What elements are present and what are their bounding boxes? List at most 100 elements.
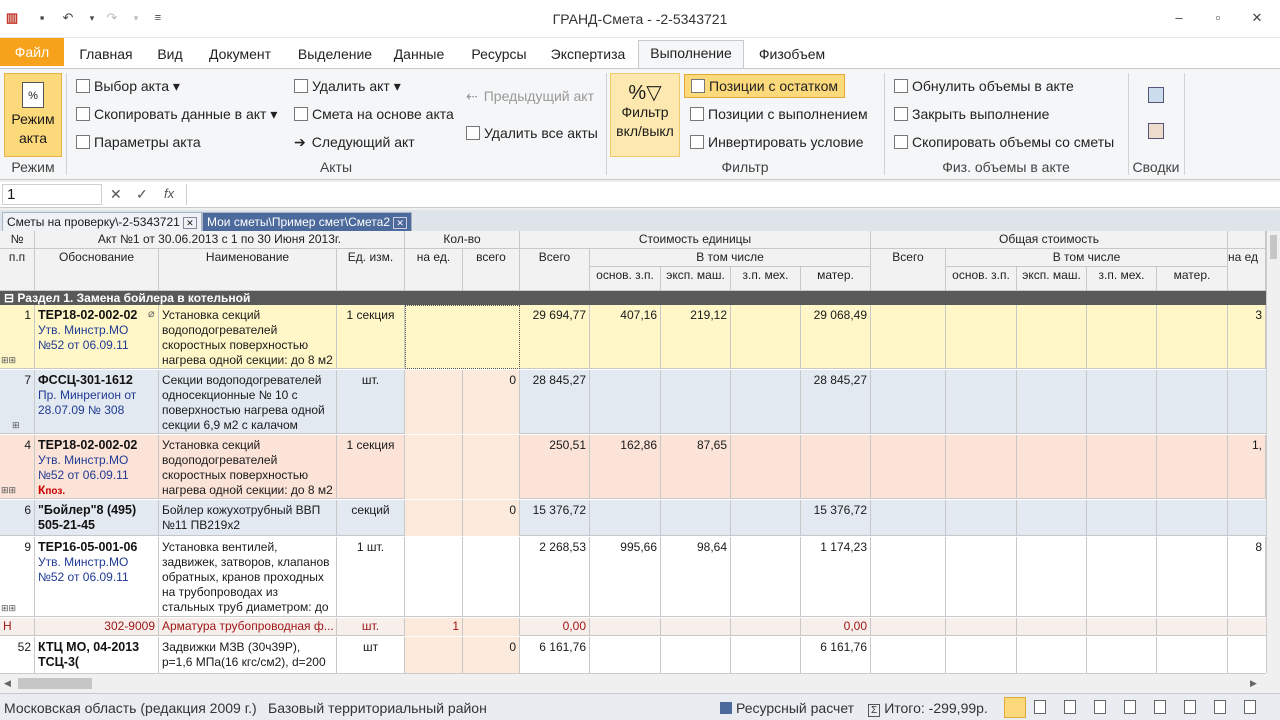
vertical-scroll-thumb[interactable] — [1270, 235, 1277, 259]
confirm-icon[interactable]: ✓ — [136, 186, 148, 203]
filter-toggle-button[interactable]: %▽ Фильтр вкл/выкл — [610, 73, 680, 157]
summary-icon-1[interactable] — [1148, 87, 1164, 103]
per-unit-cell[interactable] — [405, 435, 463, 499]
summary-icon-2[interactable] — [1148, 123, 1164, 139]
tab-selection[interactable]: Выделение — [290, 44, 380, 68]
per-unit-cell[interactable]: 1 — [405, 618, 463, 636]
view-mode-icon-6[interactable] — [1154, 700, 1166, 714]
tab-data[interactable]: Данные — [386, 44, 452, 68]
tab-resources[interactable]: Ресурсы — [462, 44, 536, 68]
act-mode-button[interactable]: % Режим акта — [4, 73, 62, 157]
unit-cell: шт. — [337, 618, 405, 636]
total-cost-header: Общая стоимость — [871, 231, 1228, 249]
eksp-cell: 98,64 — [661, 537, 731, 617]
formula-input[interactable] — [186, 184, 1276, 205]
select-act-button[interactable]: Выбор акта ▾ — [76, 75, 180, 97]
doc-tab-1[interactable]: Сметы на проверку\-2-5343721 ✕ — [2, 212, 202, 232]
row-number: Н — [0, 618, 35, 636]
section-toggle-icon[interactable]: ⊟ — [4, 291, 14, 305]
per-unit-cell[interactable] — [405, 500, 463, 536]
view-mode-icon-7[interactable] — [1184, 700, 1196, 714]
maximize-icon[interactable]: ▫ — [1207, 10, 1229, 26]
scroll-left-icon[interactable]: ◀ — [4, 678, 11, 689]
cancel-icon[interactable]: ✕ — [110, 186, 122, 203]
invert-filter-button[interactable]: Инвертировать условие — [690, 131, 864, 153]
resource-calc-status[interactable]: Ресурсный расчет — [720, 700, 854, 716]
basis-cell: КТЦ МО, 04-2013 ТСЦ-3( — [35, 637, 159, 673]
tab-document[interactable]: Документ — [200, 44, 280, 68]
tab-execution[interactable]: Выполнение — [638, 40, 744, 68]
view-mode-icon-3[interactable] — [1064, 700, 1076, 714]
close-icon[interactable]: ✕ — [1246, 10, 1268, 26]
tab-expertise[interactable]: Экспертиза — [544, 44, 632, 68]
tab-file[interactable]: Файл — [0, 38, 64, 66]
copy-to-act-button[interactable]: Скопировать данные в акт ▾ — [76, 103, 277, 125]
section-row[interactable]: ⊟ Раздел 1. Замена бойлера в котельной — [0, 291, 1266, 305]
delete-all-acts-button[interactable]: Удалить все акты — [466, 122, 598, 144]
total-qty-cell[interactable] — [463, 435, 520, 499]
close-tab-icon[interactable]: ✕ — [393, 217, 407, 229]
expand-icon[interactable]: ⊞⊞ — [1, 485, 16, 496]
table-row[interactable]: 9 ⊞⊞ ТЕР16-05-001-06 Утв. Минстр.МО №52 о… — [0, 537, 1266, 617]
table-row[interactable]: 7 ⊞ ФССЦ-301-1612 Пр. Минрегион от 28.07.… — [0, 370, 1266, 434]
eksp-header: эксп. маш. — [661, 267, 731, 291]
view-mode-icon-5[interactable] — [1124, 700, 1136, 714]
eksp-cell: 219,12 — [661, 305, 731, 369]
view-mode-icon-9[interactable] — [1244, 700, 1256, 714]
resource-row[interactable]: Н 302-9009 Арматура трубопроводная ф... … — [0, 618, 1266, 636]
total-qty-cell[interactable]: 0 — [463, 370, 520, 434]
tab-physvolume[interactable]: Физобъем — [752, 44, 832, 68]
total-qty-cell[interactable] — [463, 618, 520, 636]
view-mode-icon-1[interactable] — [1004, 697, 1026, 718]
filter-completed-label: Позиции с выполнением — [708, 106, 868, 122]
view-mode-icon-2[interactable] — [1034, 700, 1046, 714]
total-qty-cell[interactable]: 0 — [463, 637, 520, 673]
prev-act-button[interactable]: ⇠ Предыдущий акт — [466, 85, 594, 107]
next-act-button[interactable]: ➔ Следующий акт — [294, 131, 415, 153]
table-row[interactable]: 1 ⊞⊞ ТЕР18-02-002-02 Утв. Минстр.МО №52 о… — [0, 305, 1266, 369]
delete-act-label: Удалить акт — [312, 78, 390, 94]
expand-icon[interactable]: ⊞⊞ — [1, 355, 16, 366]
cell-reference[interactable]: 1 — [2, 184, 102, 205]
total-qty-cell[interactable]: 0 — [463, 500, 520, 536]
tab-home[interactable]: Главная — [72, 44, 140, 68]
expand-icon[interactable]: ⊞⊞ — [1, 603, 16, 614]
vertical-scrollbar[interactable] — [1266, 231, 1280, 673]
zp2-header: з.п. мех. — [1087, 267, 1157, 291]
table-row[interactable]: 52 КТЦ МО, 04-2013 ТСЦ-3( Задвижки МЗВ (… — [0, 637, 1266, 673]
zp-cell — [731, 537, 801, 617]
estimate-from-act-button[interactable]: Смета на основе акта — [294, 103, 454, 125]
act-params-button[interactable]: Параметры акта — [76, 131, 201, 153]
expand-icon[interactable]: ⊞ — [12, 420, 20, 431]
naed-cell: 8 — [1228, 537, 1266, 617]
per-unit-cell[interactable] — [405, 537, 463, 617]
per-unit-cell[interactable] — [405, 637, 463, 673]
close-execution-button[interactable]: Закрыть выполнение — [894, 103, 1049, 125]
minimize-icon[interactable]: – — [1168, 10, 1190, 26]
close-tab-icon[interactable]: ✕ — [183, 217, 197, 229]
reset-volumes-button[interactable]: Обнулить объемы в акте — [894, 75, 1074, 97]
filter-remaining-button[interactable]: Позиции с остатком — [684, 74, 845, 98]
doc-tab-2[interactable]: Мои сметы\Пример смет\Смета2 ✕ — [202, 212, 412, 232]
delete-all-icon — [466, 126, 480, 140]
table-row[interactable]: 6 "Бойлер"8 (495) 505-21-45 Бойлер кожух… — [0, 500, 1266, 536]
total-cell: 28 845,27 — [520, 370, 590, 434]
per-unit-cell[interactable] — [405, 370, 463, 434]
qty-cell-selected[interactable] — [405, 305, 520, 369]
horizontal-scrollbar[interactable]: ◀ ▶ — [0, 673, 1266, 693]
total-qty-cell[interactable] — [463, 537, 520, 617]
view-mode-icon-8[interactable] — [1214, 700, 1226, 714]
copy-volumes-button[interactable]: Скопировать объемы со сметы — [894, 131, 1114, 153]
view-mode-icon-4[interactable] — [1094, 700, 1106, 714]
horizontal-scroll-thumb[interactable] — [18, 678, 92, 689]
delete-act-button[interactable]: Удалить акт ▾ — [294, 75, 401, 97]
invert-filter-label: Инвертировать условие — [708, 134, 864, 150]
total-cell: 2 268,53 — [520, 537, 590, 617]
filter-completed-button[interactable]: Позиции с выполнением — [690, 103, 868, 125]
table-row[interactable]: 4 ⊞⊞ ТЕР18-02-002-02 Утв. Минстр.МО №52 о… — [0, 435, 1266, 499]
fx-icon[interactable]: fx — [164, 186, 174, 201]
tab-view[interactable]: Вид — [150, 44, 190, 68]
zp2-cell — [1087, 537, 1157, 617]
unit-cell: секций — [337, 500, 405, 536]
scroll-right-icon[interactable]: ▶ — [1250, 678, 1257, 689]
